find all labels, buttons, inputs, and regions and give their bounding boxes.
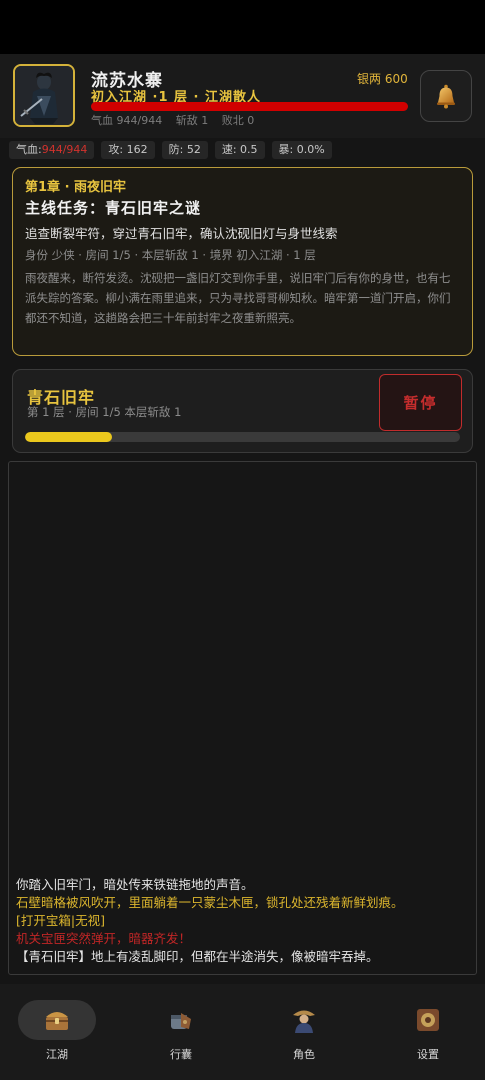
hp-chip-label: 气血: <box>16 143 42 156</box>
nav-shezhi-icon-box <box>389 1000 467 1040</box>
bell-icon <box>437 84 455 109</box>
nav-jianghu-icon-box <box>18 1000 96 1040</box>
dungeon-progress-bar <box>25 432 460 442</box>
nav-xingnang[interactable]: 行囊 <box>142 1000 220 1066</box>
defeats-text: 败北 0 <box>221 114 255 127</box>
main-quest-panel: 第1章 · 雨夜旧牢 主线任务：青石旧牢之谜 追查断裂牢符，穿过青石旧牢，确认沈… <box>12 167 473 356</box>
pause-button[interactable]: 暂停 <box>379 374 462 431</box>
hp-text: 气血 944/944 <box>91 114 163 127</box>
player-avatar[interactable] <box>13 64 75 127</box>
nav-juese-label: 角色 <box>293 1048 315 1061</box>
nav-xingnang-label: 行囊 <box>170 1048 192 1061</box>
swordsman-portrait-icon <box>15 66 73 125</box>
player-summary: 气血 944/944 斩敌 1 败北 0 <box>91 112 264 128</box>
bottom-nav: 江湖 行囊 角色 设置 <box>0 984 485 1080</box>
stat-chips: 气血:944/944 攻: 162 防: 52 速: 0.5 暴: 0.0% <box>9 141 332 159</box>
status-bar-area <box>0 0 485 54</box>
nav-shezhi[interactable]: 设置 <box>389 1000 467 1066</box>
log-line: 石壁暗格被风吹开，里面躺着一只蒙尘木匣，锁孔处还残着新鲜划痕。 <box>16 895 404 910</box>
nav-jianghu-label: 江湖 <box>46 1048 68 1061</box>
hp-chip-value: 944/944 <box>41 143 88 156</box>
chest-choice-link[interactable]: [打开宝箱|无视] <box>16 912 471 930</box>
nav-juese[interactable]: 角色 <box>265 1000 343 1066</box>
dungeon-progress-fill <box>25 432 112 442</box>
defense-chip: 防: 52 <box>161 141 208 159</box>
quest-story: 雨夜醒来，断符发烫。沈砚把一盏旧灯交到你手里，说旧牢门后有你的身世，也有七派失踪… <box>25 271 451 325</box>
backpack-icon <box>171 1013 191 1029</box>
silver-amount: 银两 600 <box>357 72 408 86</box>
treasure-chest-icon <box>46 1012 68 1030</box>
log-line: 你踏入旧牢门，暗处传来铁链拖地的声音。 <box>16 877 254 892</box>
dungeon-info: 第 1 层 · 房间 1/5 本层斩敌 1 <box>27 405 182 419</box>
settings-icon <box>417 1009 439 1031</box>
kills-text: 斩敌 1 <box>175 114 209 127</box>
crit-chip: 暴: 0.0% <box>271 141 332 159</box>
quest-meta: 身份 少侠 · 房间 1/5 · 本层斩敌 1 · 境界 初入江湖 · 1 层 <box>25 248 316 262</box>
quest-description: 追查断裂牢符，穿过青石旧牢，确认沈砚旧灯与身世线索 <box>25 226 338 241</box>
nav-juese-icon-box <box>265 1000 343 1040</box>
log-lines: 你踏入旧牢门，暗处传来铁链拖地的声音。 石壁暗格被风吹开，里面躺着一只蒙尘木匣，… <box>16 876 471 966</box>
hp-bar <box>91 102 408 111</box>
dungeon-panel: 青石旧牢 第 1 层 · 房间 1/5 本层斩敌 1 暂停 <box>12 369 473 453</box>
quest-title: 主线任务：青石旧牢之谜 <box>25 199 202 217</box>
log-line: 机关宝匣突然弹开，暗器齐发！ <box>16 931 192 946</box>
character-icon <box>293 1010 315 1033</box>
event-log[interactable]: 你踏入旧牢门，暗处传来铁链拖地的声音。 石壁暗格被风吹开，里面躺着一只蒙尘木匣，… <box>8 461 477 975</box>
nav-jianghu[interactable]: 江湖 <box>18 1000 96 1066</box>
speed-chip: 速: 0.5 <box>214 141 265 159</box>
attack-chip: 攻: 162 <box>101 141 155 159</box>
notification-button[interactable] <box>420 70 472 122</box>
hp-chip: 气血:944/944 <box>9 141 95 159</box>
quest-chapter: 第1章 · 雨夜旧牢 <box>25 180 127 195</box>
log-line: 【青石旧牢】地上有凌乱脚印，但都在半途消失，像被暗牢吞掉。 <box>16 949 379 964</box>
nav-shezhi-label: 设置 <box>417 1048 439 1061</box>
nav-xingnang-icon-box <box>142 1000 220 1040</box>
